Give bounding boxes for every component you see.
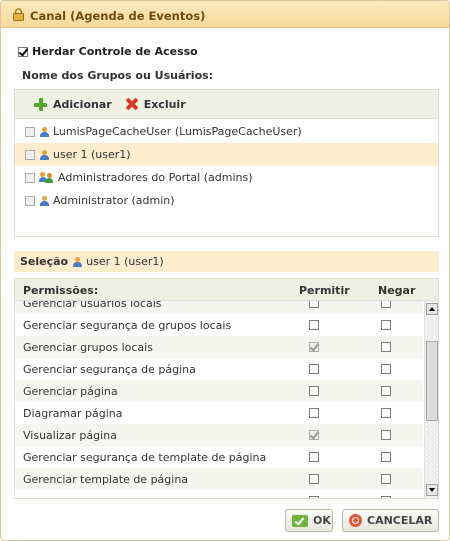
- allow-checkbox[interactable]: [309, 496, 319, 498]
- lock-icon: [13, 8, 24, 21]
- permissions-scrollbar[interactable]: [424, 301, 438, 498]
- allow-checkbox[interactable]: [309, 301, 319, 308]
- allow-checkbox[interactable]: [309, 320, 319, 330]
- allow-checkbox[interactable]: [309, 430, 319, 440]
- deny-checkbox[interactable]: [381, 452, 391, 462]
- cancel-label: CANCELAR: [367, 514, 433, 527]
- group-item-checkbox[interactable]: [25, 126, 35, 137]
- permission-name: Gerenciar segurança de template de págin…: [23, 451, 267, 464]
- group-item-user1[interactable]: user 1 (user1): [15, 143, 438, 166]
- permission-name: Diagramar página: [23, 407, 123, 420]
- deny-checkbox[interactable]: [381, 320, 391, 330]
- group-item-checkbox[interactable]: [25, 149, 35, 160]
- permission-row: Gerenciar grupos locais: [15, 336, 423, 358]
- selection-label: Seleção: [20, 255, 69, 268]
- allow-checkbox[interactable]: [309, 452, 319, 462]
- permission-name: Gerenciar segurança de página: [23, 363, 196, 376]
- permission-name: Gerenciar página: [23, 385, 118, 398]
- selection-value: user 1 (user1): [86, 255, 164, 268]
- deny-checkbox[interactable]: [381, 408, 391, 418]
- group-item-label: LumisPageCacheUser (LumisPageCacheUser): [53, 125, 302, 138]
- add-button[interactable]: Adicionar: [34, 97, 112, 111]
- allow-column-header: Permitir: [299, 284, 350, 297]
- cancel-button[interactable]: CANCELAR: [342, 509, 439, 532]
- ok-label: OK: [313, 514, 331, 527]
- permission-row: Gerenciar template de página: [15, 468, 423, 490]
- groups-toolbar: Adicionar Excluir: [15, 90, 438, 119]
- group-item-label: Administradores do Portal (admins): [58, 171, 253, 184]
- deny-column-header: Negar: [378, 284, 416, 297]
- scrollbar-track[interactable]: [426, 426, 438, 482]
- dialog-titlebar: Canal (Agenda de Eventos): [1, 1, 449, 28]
- inherit-access-control[interactable]: Herdar Controle de Acesso: [18, 45, 198, 58]
- user-icon: [39, 195, 49, 206]
- permissions-column-header: Permissões:: [23, 284, 99, 297]
- permission-row: Gerenciar página: [15, 380, 423, 402]
- deny-checkbox[interactable]: [381, 430, 391, 440]
- permission-row: Gerenciar segurança de template de págin…: [15, 446, 423, 468]
- deny-checkbox[interactable]: [381, 386, 391, 396]
- permission-name: Gerenciar template de página: [23, 473, 189, 486]
- permission-name: Visualizar página: [23, 429, 117, 442]
- access-control-dialog: Canal (Agenda de Eventos) Herdar Control…: [0, 0, 450, 541]
- cancel-icon: [349, 514, 362, 527]
- groups-label: Nome dos Grupos ou Usuários:: [22, 69, 214, 82]
- group-item-admins[interactable]: Administradores do Portal (admins): [15, 166, 438, 189]
- permissions-header: Permissões: Permitir Negar: [15, 279, 438, 301]
- permission-row: [15, 490, 423, 498]
- permission-name: Gerenciar segurança de grupos locais: [23, 319, 232, 332]
- scroll-down-arrow-icon[interactable]: [426, 484, 438, 496]
- group-item-administrator[interactable]: Administrator (admin): [15, 189, 438, 212]
- user-icon: [39, 126, 49, 137]
- delete-label: Excluir: [143, 97, 186, 111]
- permission-row: Gerenciar usuários locais: [15, 301, 423, 314]
- scroll-up-arrow-icon[interactable]: [426, 303, 438, 315]
- permission-name: Gerenciar usuários locais: [23, 301, 162, 310]
- groups-panel: Adicionar Excluir LumisPageCacheUser (Lu…: [14, 89, 439, 237]
- deny-checkbox[interactable]: [381, 496, 391, 498]
- permission-row: Diagramar página: [15, 402, 423, 424]
- allow-checkbox[interactable]: [309, 364, 319, 374]
- permissions-list: Gerenciar usuários locais Gerenciar segur…: [15, 301, 423, 498]
- permission-name: Gerenciar grupos locais: [23, 341, 153, 354]
- deny-checkbox[interactable]: [381, 474, 391, 484]
- selection-bar: Seleção user 1 (user1): [14, 251, 439, 272]
- plus-icon: [34, 97, 47, 111]
- groups-list: LumisPageCacheUser (LumisPageCacheUser) …: [15, 119, 438, 212]
- deny-checkbox[interactable]: [381, 364, 391, 374]
- allow-checkbox[interactable]: [309, 474, 319, 484]
- checkmark-icon: [292, 514, 308, 527]
- deny-checkbox[interactable]: [381, 301, 391, 308]
- permission-row: Gerenciar segurança de grupos locais: [15, 314, 423, 336]
- dialog-title: Canal (Agenda de Eventos): [30, 9, 206, 23]
- permission-row: Visualizar página: [15, 424, 423, 446]
- group-item-checkbox[interactable]: [25, 172, 35, 183]
- scrollbar-thumb[interactable]: [426, 341, 438, 421]
- permissions-panel: Permissões: Permitir Negar Gerenciar usu…: [14, 278, 439, 499]
- group-item-lumis-page-cache-user[interactable]: LumisPageCacheUser (LumisPageCacheUser): [15, 120, 438, 143]
- allow-checkbox[interactable]: [309, 342, 319, 352]
- group-item-label: Administrator (admin): [53, 194, 175, 207]
- inherit-label: Herdar Controle de Acesso: [32, 45, 198, 58]
- group-item-checkbox[interactable]: [25, 195, 35, 206]
- delete-icon: [126, 98, 138, 110]
- delete-button[interactable]: Excluir: [126, 98, 186, 111]
- ok-button[interactable]: OK: [285, 509, 333, 532]
- inherit-checkbox[interactable]: [18, 46, 28, 57]
- allow-checkbox[interactable]: [309, 386, 319, 396]
- group-item-label: user 1 (user1): [53, 148, 131, 161]
- group-icon: [39, 172, 54, 183]
- add-label: Adicionar: [53, 97, 112, 111]
- allow-checkbox[interactable]: [309, 408, 319, 418]
- deny-checkbox[interactable]: [381, 342, 391, 352]
- user-icon: [72, 256, 83, 267]
- user-icon: [39, 149, 49, 160]
- permission-row: Gerenciar segurança de página: [15, 358, 423, 380]
